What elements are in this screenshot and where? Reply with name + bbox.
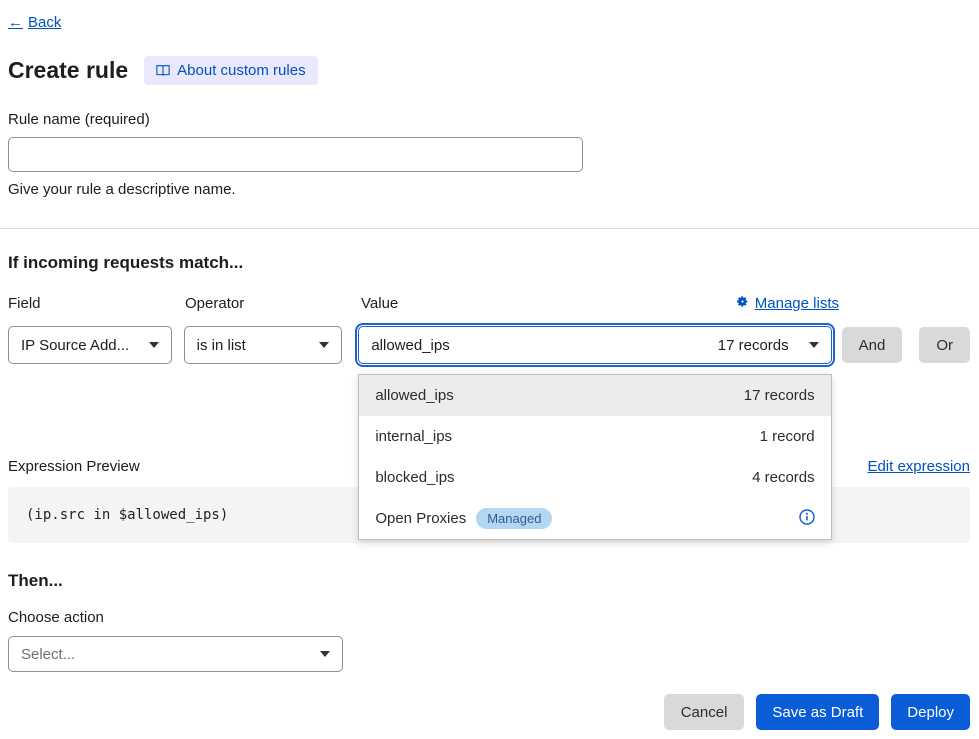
list-item-blocked-ips[interactable]: blocked_ips 4 records: [359, 457, 830, 498]
gear-icon: [736, 295, 749, 312]
value-listbox: allowed_ips 17 records internal_ips 1 re…: [358, 374, 831, 540]
value-combobox[interactable]: allowed_ips 17 records: [358, 326, 831, 364]
match-controls-row: IP Source Add... is in list allowed_ips …: [8, 326, 970, 364]
footer-actions: Cancel Save as Draft Deploy: [8, 694, 970, 730]
title-row: Create rule About custom rules: [8, 56, 970, 85]
back-label: Back: [28, 14, 61, 31]
and-button[interactable]: And: [842, 327, 903, 363]
value-combobox-value: allowed_ips: [371, 337, 717, 354]
expression-preview-label: Expression Preview: [8, 458, 140, 475]
list-item-open-proxies[interactable]: Open Proxies Managed: [359, 498, 830, 539]
action-select[interactable]: Select...: [8, 636, 343, 672]
rule-name-helper-text: Give your rule a descriptive name.: [8, 181, 970, 198]
field-label: Field: [8, 295, 173, 312]
chevron-down-icon: [320, 651, 330, 657]
info-icon[interactable]: [799, 509, 815, 529]
choose-action-label: Choose action: [8, 609, 970, 626]
edit-expression-link[interactable]: Edit expression: [867, 458, 970, 475]
manage-lists-link[interactable]: Manage lists: [736, 295, 839, 312]
cancel-button[interactable]: Cancel: [664, 694, 745, 730]
chevron-down-icon[interactable]: [809, 342, 819, 348]
operator-select-value: is in list: [197, 337, 246, 354]
operator-label: Operator: [185, 295, 345, 312]
value-label: Value: [361, 295, 398, 312]
field-select[interactable]: IP Source Add...: [8, 326, 172, 364]
list-item-name: allowed_ips: [375, 387, 453, 404]
list-item-meta: 1 record: [760, 428, 815, 445]
value-combobox-wrap: allowed_ips 17 records allowed_ips 17 re…: [358, 326, 831, 364]
list-item-name: blocked_ips: [375, 469, 454, 486]
chevron-down-icon: [149, 342, 159, 348]
save-as-draft-button[interactable]: Save as Draft: [756, 694, 879, 730]
book-icon: [156, 64, 170, 77]
list-item-name: Open Proxies: [375, 510, 466, 527]
match-section-title: If incoming requests match...: [8, 253, 970, 273]
or-button[interactable]: Or: [919, 327, 970, 363]
deploy-button[interactable]: Deploy: [891, 694, 970, 730]
about-badge-label: About custom rules: [177, 62, 305, 79]
page-title: Create rule: [8, 57, 128, 84]
about-custom-rules-link[interactable]: About custom rules: [144, 56, 317, 85]
section-divider: [0, 228, 979, 229]
operator-select[interactable]: is in list: [184, 326, 343, 364]
back-arrow-icon: ←: [8, 14, 23, 31]
chevron-down-icon: [319, 342, 329, 348]
action-select-placeholder: Select...: [21, 646, 75, 663]
list-item-meta: 4 records: [752, 469, 815, 486]
connector-buttons: And Or: [842, 327, 970, 363]
list-item-internal-ips[interactable]: internal_ips 1 record: [359, 416, 830, 457]
rule-name-input[interactable]: [8, 137, 583, 172]
rule-name-label: Rule name (required): [8, 111, 970, 128]
list-item-meta: 17 records: [744, 387, 815, 404]
field-select-value: IP Source Add...: [21, 337, 129, 354]
then-section-title: Then...: [8, 571, 970, 591]
list-item-allowed-ips[interactable]: allowed_ips 17 records: [359, 375, 830, 416]
list-item-name: internal_ips: [375, 428, 452, 445]
expression-code: (ip.src in $allowed_ips): [26, 507, 228, 523]
manage-lists-label: Manage lists: [755, 295, 839, 312]
value-records-count: 17 records: [718, 337, 789, 354]
match-labels-row: Field Operator Value Manage lists: [8, 295, 970, 312]
back-link[interactable]: ← Back: [8, 14, 61, 31]
create-rule-page: ← Back Create rule About custom rules Rul…: [0, 0, 979, 730]
managed-badge: Managed: [476, 508, 552, 529]
